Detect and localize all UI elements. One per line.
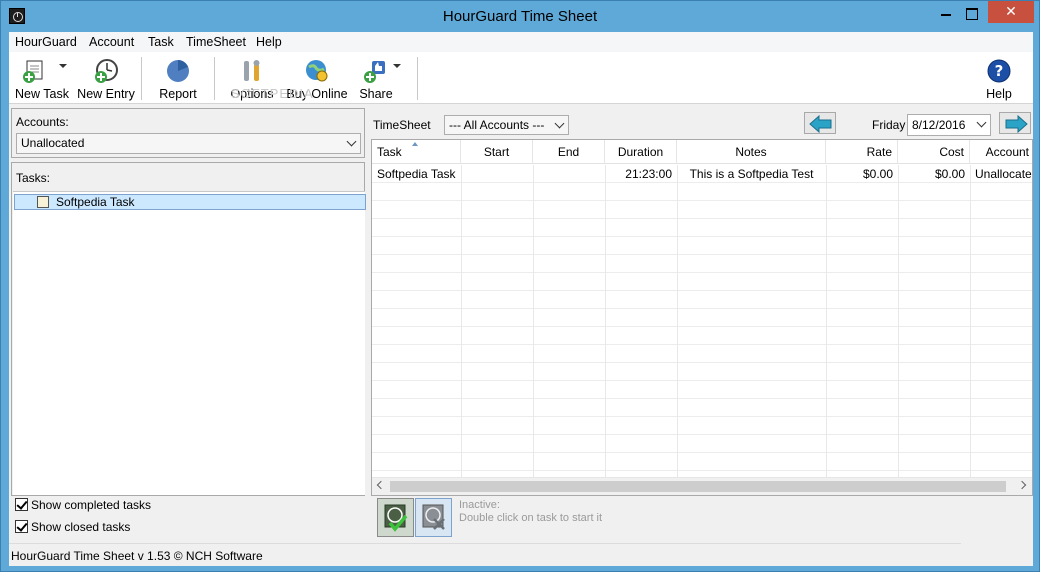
menu-account[interactable]: Account xyxy=(89,35,134,49)
options-tools-icon xyxy=(244,60,260,81)
task-icon xyxy=(37,196,49,208)
next-day-button[interactable] xyxy=(999,112,1031,134)
column-header-start[interactable]: Start xyxy=(461,140,533,164)
app-window: HourGuard Time Sheet ✕ HourGuard Account… xyxy=(0,0,1040,572)
timesheet-header: TimeSheet --- All Accounts --- Friday 8/… xyxy=(371,108,1033,138)
task-list-item[interactable]: Softpedia Task xyxy=(14,194,366,210)
softpedia-watermark: SOFTPEDIA xyxy=(231,86,314,101)
help-label: Help xyxy=(986,87,1012,101)
sort-ascending-icon xyxy=(412,142,418,146)
help-button[interactable]: ? Help xyxy=(979,56,1019,102)
new-task-icon xyxy=(23,60,43,83)
new-entry-clock-icon xyxy=(95,59,118,83)
scroll-right-icon[interactable] xyxy=(1017,480,1027,490)
accounts-panel: Accounts: Unallocated xyxy=(11,108,365,158)
report-button[interactable]: Report xyxy=(149,56,207,102)
toolbar-separator xyxy=(214,57,215,100)
share-dropdown-icon[interactable] xyxy=(393,64,401,68)
cell-account[interactable]: Unallocated xyxy=(970,166,1032,182)
start-timer-button[interactable] xyxy=(377,498,414,537)
chevron-down-icon xyxy=(554,118,565,129)
menu-task[interactable]: Task xyxy=(148,35,174,49)
tasks-label: Tasks: xyxy=(16,171,51,185)
toolbar-separator xyxy=(141,57,142,100)
status-bar: HourGuard Time Sheet v 1.53 © NCH Softwa… xyxy=(9,543,961,566)
grid-body: Softpedia Task 21:23:00 This is a Softpe… xyxy=(372,165,1032,477)
new-task-dropdown-icon[interactable] xyxy=(59,64,67,68)
date-value: 8/12/2016 xyxy=(912,118,966,132)
task-list[interactable]: Softpedia Task xyxy=(13,191,366,495)
day-label: Friday xyxy=(872,118,906,132)
checkbox-checked-icon[interactable] xyxy=(15,520,28,533)
minimize-button[interactable] xyxy=(932,1,958,23)
maximize-button[interactable] xyxy=(958,1,984,23)
stop-timer-icon xyxy=(422,504,445,530)
version-text: HourGuard Time Sheet v 1.53 © NCH Softwa… xyxy=(11,549,263,563)
scroll-left-icon[interactable] xyxy=(376,480,386,490)
column-header-cost[interactable]: Cost xyxy=(898,140,970,164)
share-label: Share xyxy=(359,87,393,101)
accounts-dropdown[interactable]: Unallocated xyxy=(16,133,361,154)
checkbox-checked-icon[interactable] xyxy=(15,498,28,511)
share-thumbs-up-icon xyxy=(364,61,385,83)
buy-online-globe-icon xyxy=(306,60,328,82)
date-picker[interactable]: 8/12/2016 xyxy=(907,114,991,136)
new-entry-label: New Entry xyxy=(77,87,135,101)
column-header-notes[interactable]: Notes xyxy=(677,140,826,164)
cell-cost[interactable]: $0.00 xyxy=(898,166,970,182)
new-entry-button[interactable]: New Entry xyxy=(77,56,135,102)
menu-help[interactable]: Help xyxy=(256,35,282,49)
account-filter-value: --- All Accounts --- xyxy=(449,118,545,132)
accounts-label: Accounts: xyxy=(16,115,69,129)
help-question-icon: ? xyxy=(987,59,1011,83)
new-task-label: New Task xyxy=(15,87,69,101)
column-header-account[interactable]: Account xyxy=(970,140,1032,164)
title-bar: HourGuard Time Sheet ✕ xyxy=(1,1,1039,32)
column-header-rate[interactable]: Rate xyxy=(826,140,898,164)
column-header-end[interactable]: End xyxy=(533,140,605,164)
toolbar-separator xyxy=(417,57,418,100)
task-name: Softpedia Task xyxy=(56,195,135,209)
cell-task[interactable]: Softpedia Task xyxy=(372,166,461,182)
cell-end[interactable] xyxy=(533,166,605,182)
scrollbar-thumb[interactable] xyxy=(390,481,1006,492)
share-button[interactable]: Share xyxy=(357,56,407,102)
report-label: Report xyxy=(159,87,197,101)
cell-duration[interactable]: 21:23:00 xyxy=(605,166,677,182)
grid-header: Task Start End Duration Notes Rate Cost … xyxy=(372,140,1032,164)
cell-start[interactable] xyxy=(461,166,533,182)
stop-timer-button[interactable] xyxy=(415,498,452,537)
tasks-panel: Tasks: Softpedia Task xyxy=(11,162,366,496)
accounts-dropdown-value: Unallocated xyxy=(21,136,85,150)
arrow-left-icon xyxy=(809,115,832,133)
account-filter-dropdown[interactable]: --- All Accounts --- xyxy=(444,115,569,135)
svg-text:?: ? xyxy=(995,62,1004,80)
timesheet-label: TimeSheet xyxy=(373,118,431,132)
report-pie-icon xyxy=(167,60,189,82)
window-title: HourGuard Time Sheet xyxy=(442,8,598,25)
horizontal-scrollbar[interactable] xyxy=(372,477,1032,495)
column-header-duration[interactable]: Duration xyxy=(605,140,677,164)
timesheet-grid[interactable]: Task Start End Duration Notes Rate Cost … xyxy=(371,139,1033,496)
menu-timesheet[interactable]: TimeSheet xyxy=(186,35,246,49)
timer-status: Inactive: xyxy=(459,499,500,511)
chevron-down-icon xyxy=(976,117,987,128)
chevron-down-icon xyxy=(346,136,357,147)
grid-row-lines xyxy=(372,165,1032,477)
column-header-task[interactable]: Task xyxy=(372,140,461,164)
previous-day-button[interactable] xyxy=(804,112,836,134)
start-timer-icon xyxy=(384,504,408,532)
close-button[interactable]: ✕ xyxy=(988,1,1034,23)
cell-rate[interactable]: $0.00 xyxy=(826,166,898,182)
menu-bar: HourGuard Account Task TimeSheet Help xyxy=(9,32,1033,52)
arrow-right-icon xyxy=(1005,115,1028,133)
toolbar: New Task New Entry Report Options Buy On… xyxy=(9,52,1033,104)
show-closed-label: Show closed tasks xyxy=(31,520,131,534)
menu-hourguard[interactable]: HourGuard xyxy=(15,35,77,49)
new-task-button[interactable]: New Task xyxy=(11,56,73,102)
client-area: HourGuard Account Task TimeSheet Help Ne… xyxy=(9,32,1033,566)
cell-notes[interactable]: This is a Softpedia Test xyxy=(677,166,826,182)
show-completed-label: Show completed tasks xyxy=(31,498,152,512)
timer-hint: Double click on task to start it xyxy=(459,512,603,524)
